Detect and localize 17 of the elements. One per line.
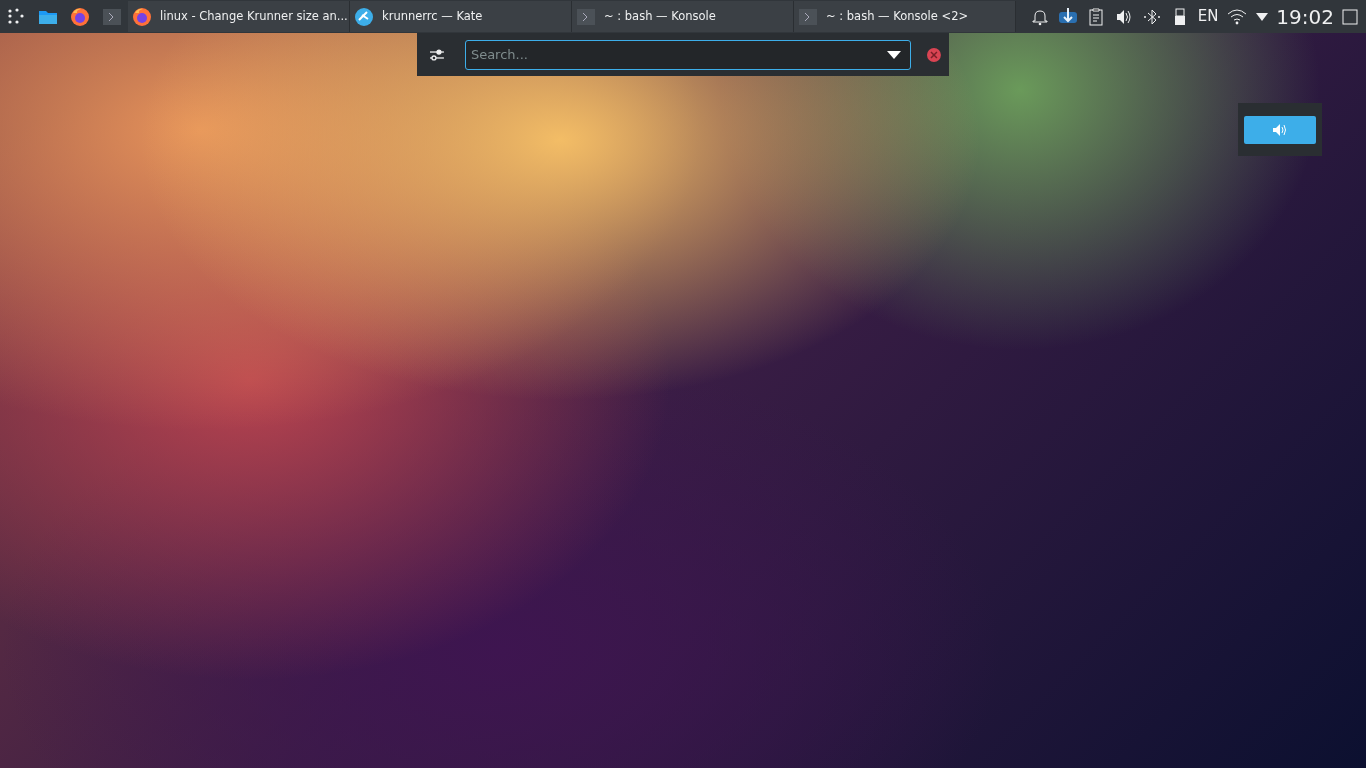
show-desktop-icon[interactable]	[1342, 8, 1358, 25]
task-button[interactable]: ~ : bash — Konsole <2>	[794, 1, 1016, 32]
terminal-icon	[576, 6, 596, 27]
close-icon[interactable]	[927, 47, 941, 62]
settings-icon[interactable]	[429, 47, 445, 62]
wifi-icon[interactable]	[1226, 6, 1249, 27]
clock[interactable]: 19:02	[1276, 1, 1334, 32]
task-button[interactable]: linux - Change Krunner size an...	[128, 1, 350, 32]
keyboard-layout[interactable]: EN	[1197, 5, 1219, 28]
bird-circle-icon	[354, 6, 374, 27]
terminal-icon	[798, 6, 818, 27]
task-button[interactable]: ~ : bash — Konsole	[572, 1, 794, 32]
search-field[interactable]: Search...	[464, 39, 912, 70]
speaker-icon	[1273, 123, 1287, 136]
dropdown-icon[interactable]	[887, 50, 902, 59]
expand-icon[interactable]	[1256, 12, 1269, 21]
task-button[interactable]: krunnerrc — Kate	[350, 1, 572, 32]
